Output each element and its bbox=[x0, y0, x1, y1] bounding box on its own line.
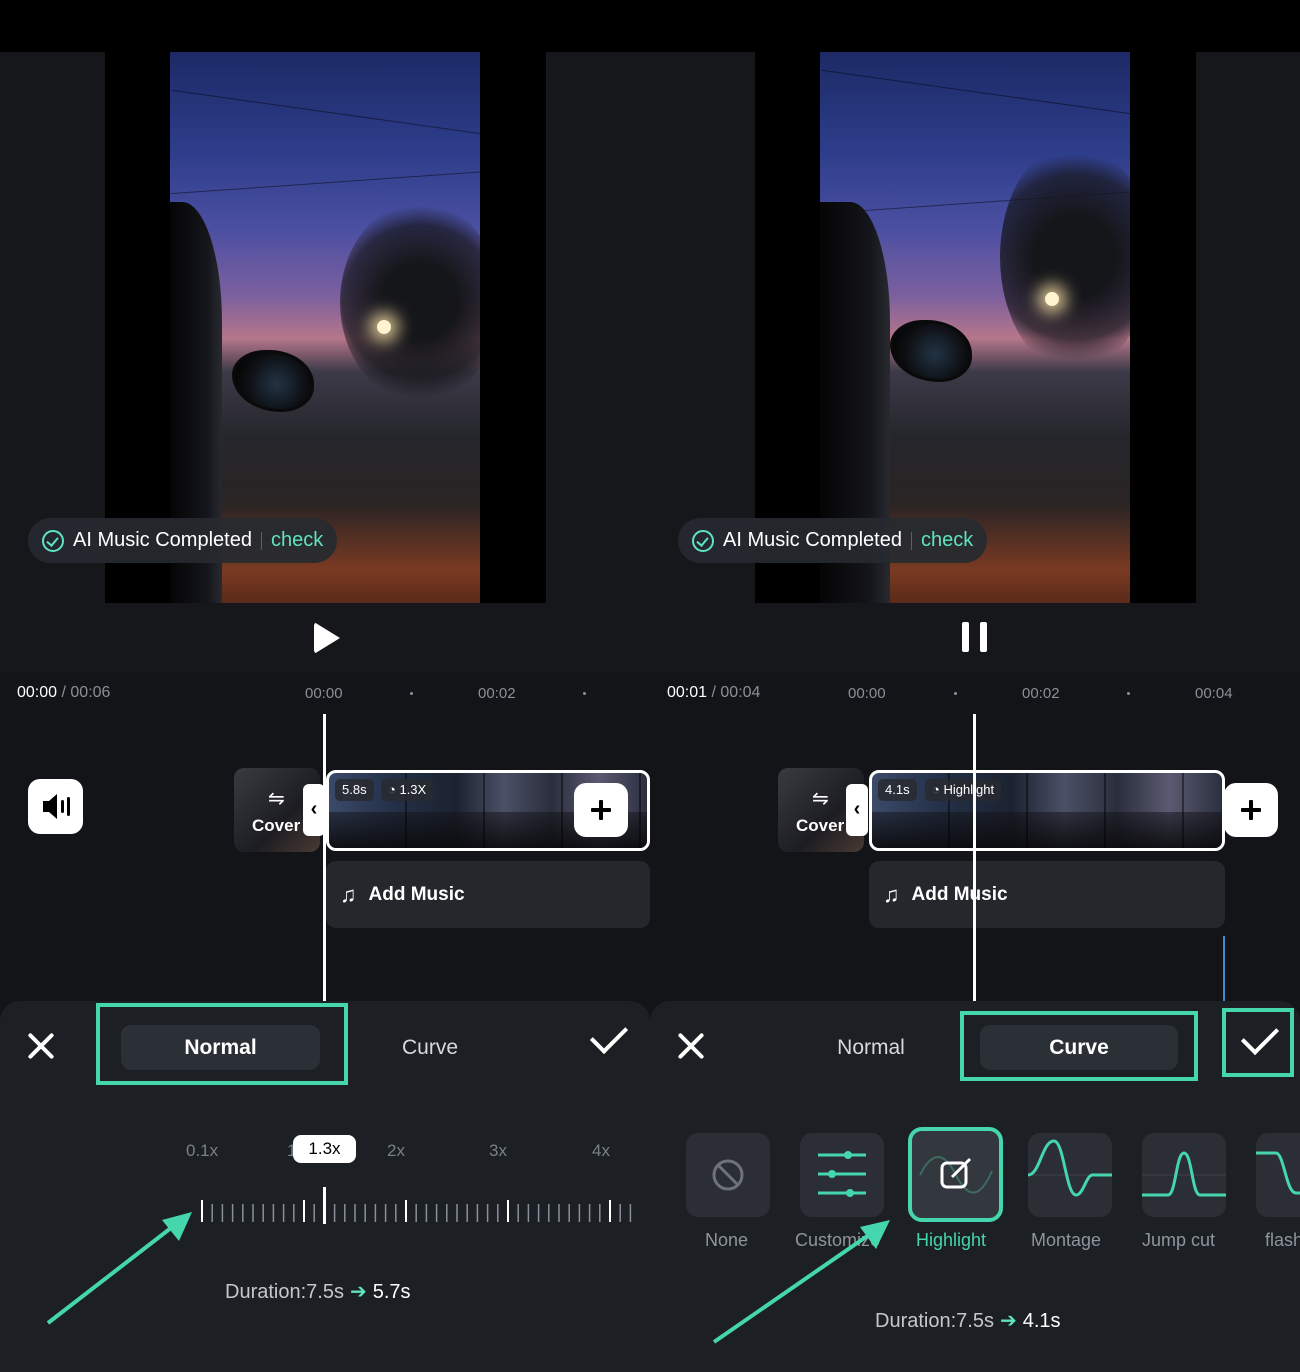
music-note-icon: ♫ bbox=[883, 881, 900, 907]
clip-duration-badge: 5.8s bbox=[335, 779, 374, 801]
curve-label: flash bbox=[1265, 1230, 1300, 1250]
jump-cut-curve-icon bbox=[1142, 1151, 1226, 1197]
tab-curve[interactable]: Curve bbox=[380, 1025, 480, 1070]
duration-info: Duration:7.5s ➔ 4.1s bbox=[875, 1310, 1061, 1332]
highlight-frame bbox=[96, 1003, 348, 1085]
sliders-icon bbox=[818, 1151, 866, 1197]
check-link[interactable]: check bbox=[271, 529, 323, 552]
none-icon bbox=[712, 1159, 744, 1191]
montage-curve-icon bbox=[1028, 1139, 1112, 1197]
curve-label: Jump cut bbox=[1142, 1230, 1216, 1250]
speed-slider[interactable] bbox=[200, 1200, 636, 1224]
playhead[interactable] bbox=[323, 714, 326, 1002]
swap-icon: ⇋ bbox=[812, 788, 829, 810]
speed-mark: 4x bbox=[592, 1141, 610, 1160]
curve-label: Highlight bbox=[916, 1230, 987, 1250]
curve-none[interactable] bbox=[686, 1133, 770, 1217]
annotation-arrow bbox=[712, 1220, 890, 1344]
clip-end-marker bbox=[1223, 936, 1225, 1002]
duration-info: Duration:7.5s ➔ 5.7s bbox=[225, 1281, 411, 1303]
close-icon[interactable] bbox=[26, 1031, 56, 1061]
add-music-track[interactable]: ♫ Add Music bbox=[326, 861, 650, 928]
ruler-label: 00:00 bbox=[848, 685, 886, 702]
clip-left-handle[interactable]: ‹ bbox=[846, 784, 868, 836]
arrow-right-icon: ➔ bbox=[999, 1310, 1017, 1332]
highlight-frame bbox=[960, 1011, 1198, 1081]
ruler-label: 00:04 bbox=[1195, 685, 1233, 702]
car-mirror bbox=[890, 320, 972, 382]
clip-duration-badge: 4.1s bbox=[878, 779, 917, 801]
pause-button[interactable] bbox=[958, 620, 998, 656]
ruler-label: 00:02 bbox=[1022, 685, 1060, 702]
play-icon bbox=[314, 622, 340, 654]
speed-slider-thumb[interactable] bbox=[323, 1187, 326, 1224]
clip-speed-badge: ◔ Highlight bbox=[925, 779, 1002, 801]
curve-flash[interactable] bbox=[1256, 1133, 1300, 1217]
flash-curve-icon bbox=[1256, 1151, 1300, 1195]
add-clip-button[interactable] bbox=[1224, 783, 1278, 837]
swap-icon: ⇋ bbox=[268, 788, 285, 810]
time-display: 00:00 / 00:06 bbox=[17, 684, 111, 701]
music-note-icon: ♫ bbox=[340, 881, 357, 907]
video-clip[interactable]: 4.1s ◔ Highlight bbox=[869, 770, 1225, 851]
check-circle-icon bbox=[692, 529, 714, 552]
check-link[interactable]: check bbox=[921, 529, 973, 552]
ai-music-toast: AI Music Completed check bbox=[678, 518, 988, 563]
tab-normal[interactable]: Normal bbox=[820, 1025, 922, 1070]
ruler-label: 00:02 bbox=[478, 685, 516, 702]
speed-mark: 3x bbox=[489, 1141, 507, 1160]
time-display: 00:01 / 00:04 bbox=[667, 684, 761, 701]
volume-button[interactable] bbox=[28, 779, 83, 834]
toast-text: AI Music Completed bbox=[723, 529, 902, 551]
speed-mark: 0.1x bbox=[186, 1141, 219, 1160]
pause-icon bbox=[962, 622, 969, 652]
check-circle-icon bbox=[42, 529, 64, 552]
curve-jump-cut[interactable] bbox=[1142, 1133, 1226, 1217]
speed-mark: 2x bbox=[387, 1141, 405, 1160]
curve-highlight[interactable] bbox=[908, 1127, 1003, 1222]
close-icon[interactable] bbox=[676, 1031, 706, 1061]
playhead[interactable] bbox=[973, 714, 976, 1002]
edit-icon bbox=[919, 1156, 993, 1194]
curve-customize[interactable] bbox=[800, 1133, 884, 1217]
ruler-label: 00:00 bbox=[305, 685, 343, 702]
arrow-right-icon: ➔ bbox=[349, 1281, 367, 1303]
left-panel: AI Music Completed check 00:00 / 00:06 0… bbox=[0, 0, 650, 1372]
clip-speed-badge: ◔ 1.3X bbox=[381, 779, 434, 801]
add-clip-button[interactable] bbox=[574, 783, 628, 837]
speaker-icon bbox=[43, 794, 70, 819]
curve-montage[interactable] bbox=[1028, 1133, 1112, 1217]
right-panel: AI Music Completed check 00:01 / 00:04 0… bbox=[650, 0, 1300, 1372]
curve-label: Montage bbox=[1031, 1230, 1102, 1250]
play-button[interactable] bbox=[310, 620, 350, 656]
annotation-arrow bbox=[46, 1212, 192, 1325]
car-mirror bbox=[232, 350, 314, 412]
toast-text: AI Music Completed bbox=[73, 529, 252, 551]
speed-value: 1.3x bbox=[293, 1135, 356, 1163]
add-music-track[interactable]: ♫ Add Music bbox=[869, 861, 1225, 928]
clip-left-handle[interactable]: ‹ bbox=[303, 784, 325, 836]
ai-music-toast: AI Music Completed check bbox=[28, 518, 338, 563]
